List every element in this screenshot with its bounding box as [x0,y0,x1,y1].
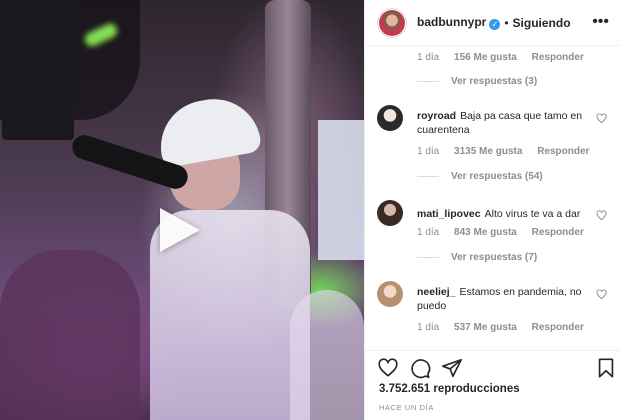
view-replies-button[interactable]: Ver respuestas (54) [417,171,543,182]
reply-button[interactable]: Responder [532,227,584,238]
commenter-username[interactable]: neeliej_ [417,286,456,298]
post-header: badbunnypr ✓ • Siguiendo ••• [365,0,620,46]
replies-divider [417,257,439,258]
author-avatar[interactable] [377,7,407,38]
video-sign [318,120,364,260]
more-horizontal-icon[interactable]: ••• [592,14,609,30]
comments-list[interactable]: 1 día 156 Me gusta Responder Ver respues… [365,47,620,349]
comment-meta: 1 día 3135 Me gusta Responder [417,146,601,157]
play-icon [160,208,200,252]
verified-badge-icon: ✓ [489,19,501,30]
following-button[interactable]: Siguiendo [513,16,571,30]
view-replies-button[interactable]: Ver respuestas (7) [417,252,537,263]
comment-time: 1 día [417,322,440,333]
reply-button[interactable]: Responder [532,322,584,333]
comment-time: 1 día [417,146,440,157]
view-replies-label: Ver respuestas (7) [451,252,538,263]
view-replies-label: Ver respuestas (3) [451,76,538,87]
commenter-avatar[interactable] [377,105,403,131]
comment-likes[interactable]: 156 Me gusta [454,52,517,63]
comment-meta: 1 día 156 Me gusta Responder [417,52,596,63]
send-icon[interactable] [441,357,463,379]
bookmark-icon[interactable] [595,357,617,379]
author-username-text: badbunnypr [417,15,487,29]
comment-content: Alto virus te va a dar [484,208,581,220]
comment-time: 1 día [417,52,440,63]
video-player[interactable] [0,0,364,420]
reply-button[interactable]: Responder [532,52,584,63]
commenter-username[interactable]: royroad [417,110,456,122]
header-separator: • [504,15,509,30]
like-comment-heart-icon[interactable] [596,289,607,300]
author-avatar-image [379,9,405,36]
comment-likes[interactable]: 843 Me gusta [454,227,517,238]
comment-likes[interactable]: 3135 Me gusta [454,146,522,157]
commenter-avatar[interactable] [377,281,403,307]
reply-button[interactable]: Responder [537,146,589,157]
video-speaker [2,0,74,140]
author-username[interactable]: badbunnypr ✓ [417,15,501,30]
commenter-username[interactable]: mati_lipovec [417,208,481,220]
comment-text: neeliej_ Estamos en pandemia, no puedo [417,285,593,313]
play-button[interactable] [154,205,204,255]
post-timestamp[interactable]: HACE UN DÍA [379,403,434,412]
video-crowd-right [290,290,364,420]
post-actions-bar [365,350,620,380]
comment-text: royroad Baja pa casa que tamo en cuarente… [417,109,593,137]
like-comment-heart-icon[interactable] [596,113,607,124]
view-replies-button[interactable]: Ver respuestas (3) [417,76,537,87]
video-singer-cap [153,91,263,169]
comment-item: neeliej_ Estamos en pandemia, no puedo [377,281,620,349]
replies-divider [417,81,439,82]
heart-icon[interactable] [377,357,399,379]
video-crowd-left [0,250,140,420]
post-side-panel: badbunnypr ✓ • Siguiendo ••• 1 día 156 Me… [364,0,620,420]
like-comment-heart-icon[interactable] [596,210,607,221]
comment-time: 1 día [417,227,440,238]
comment-meta: 1 día 537 Me gusta Responder [417,322,596,333]
view-replies-label: Ver respuestas (54) [451,171,543,182]
comment-likes[interactable]: 537 Me gusta [454,322,517,333]
comment-icon[interactable] [409,357,431,379]
views-count: 3.752.651 reproducciones [379,383,520,395]
comment-text: mati_lipovec Alto virus te va a dar [417,207,593,221]
comment-meta: 1 día 843 Me gusta Responder [417,227,596,238]
commenter-avatar[interactable] [377,200,403,226]
replies-divider [417,176,439,177]
